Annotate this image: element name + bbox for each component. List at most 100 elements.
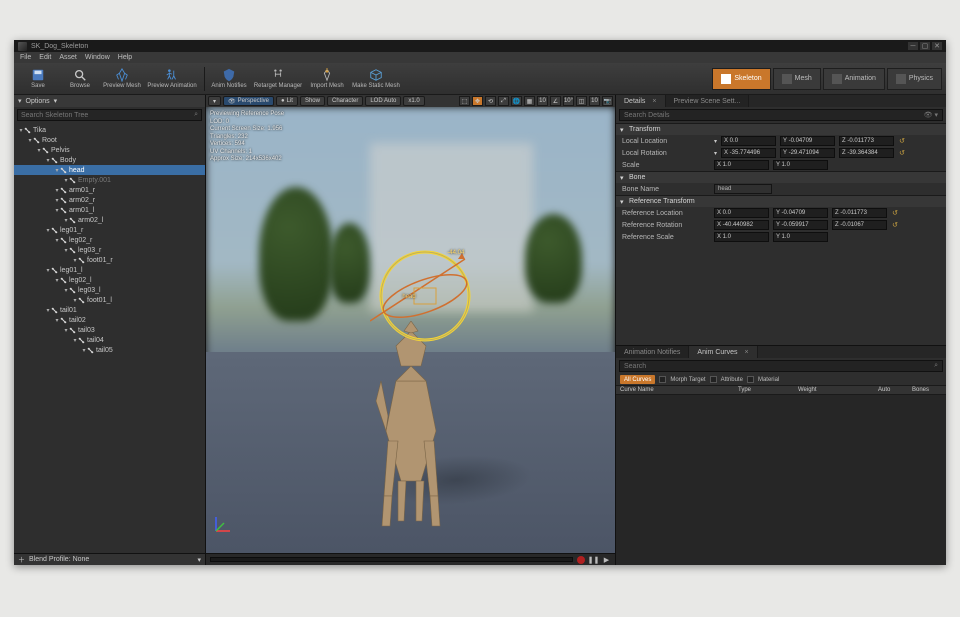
section-bone[interactable]: ▾Bone <box>616 172 946 183</box>
rrot-y[interactable]: Y -0.059917 <box>773 220 828 230</box>
show-button[interactable]: Show <box>300 96 325 106</box>
rot-y-input[interactable]: Y -29.471094 <box>780 148 835 158</box>
rloc-x[interactable]: X 0.0 <box>714 208 769 218</box>
reset-icon[interactable]: ↺ <box>898 149 906 157</box>
maximize-button[interactable]: ▢ <box>920 42 930 50</box>
tree-node[interactable]: ▾tail01 <box>14 305 205 315</box>
tree-node[interactable]: ▾arm02_r <box>14 195 205 205</box>
filter-mat-check[interactable] <box>747 376 754 383</box>
close-button[interactable]: ✕ <box>932 42 942 50</box>
lod-button[interactable]: LOD Auto <box>365 96 401 106</box>
tree-node[interactable]: ▾arm02_l <box>14 215 205 225</box>
section-reference[interactable]: ▾Reference Transform <box>616 196 946 207</box>
rot-z-input[interactable]: Z -39.364384 <box>839 148 894 158</box>
menu-file[interactable]: File <box>20 54 31 61</box>
filter-morph-check[interactable] <box>659 376 666 383</box>
mode-skeleton[interactable]: Skeleton <box>712 68 770 90</box>
tree-node[interactable]: ▾leg01_r <box>14 225 205 235</box>
col-auto[interactable]: Auto <box>874 386 908 394</box>
eye-icon[interactable]: 👁 ▾ <box>924 111 938 119</box>
details-search-input[interactable]: Search Details👁 ▾ <box>619 109 943 121</box>
section-transform[interactable]: ▾Transform <box>616 124 946 135</box>
filter-attr-check[interactable] <box>710 376 717 383</box>
close-icon[interactable]: × <box>745 349 749 356</box>
rot-x-input[interactable]: X -35.774496 <box>721 148 776 158</box>
tab-anim-curves[interactable]: Anim Curves× <box>689 346 757 358</box>
select-tool[interactable]: ⬚ <box>459 96 470 106</box>
mode-mesh[interactable]: Mesh <box>773 68 821 90</box>
browse-button[interactable]: Browse <box>60 64 100 94</box>
tree-node[interactable]: ▾foot01_l <box>14 295 205 305</box>
col-bones[interactable]: Bones <box>908 386 946 394</box>
mode-physics[interactable]: Physics <box>887 68 942 90</box>
snap-angle-val[interactable]: 10° <box>563 96 574 106</box>
tree-node[interactable]: ▾head <box>14 165 205 175</box>
tree-node[interactable]: ▾tail04 <box>14 335 205 345</box>
camera-speed[interactable]: 📷 <box>602 96 613 106</box>
close-icon[interactable]: × <box>652 98 656 105</box>
tree-node[interactable]: ▾leg02_r <box>14 235 205 245</box>
rloc-z[interactable]: Z -0.011773 <box>832 208 887 218</box>
reset-icon[interactable]: ↺ <box>891 209 899 217</box>
rrot-x[interactable]: X -40.440982 <box>714 220 769 230</box>
tree-node[interactable]: ▾Body <box>14 155 205 165</box>
menu-window[interactable]: Window <box>85 54 110 61</box>
minimize-button[interactable]: ─ <box>908 42 918 50</box>
rloc-y[interactable]: Y -0.04709 <box>773 208 828 218</box>
tree-node[interactable]: ▾leg01_l <box>14 265 205 275</box>
tree-node[interactable]: ▾Empty.001 <box>14 175 205 185</box>
tree-node[interactable]: ▾leg03_r <box>14 245 205 255</box>
snap-scale[interactable]: ◫ <box>576 96 587 106</box>
snap-scale-val[interactable]: 10 <box>589 96 600 106</box>
tree-options[interactable]: ▾Options▾ <box>14 95 205 107</box>
preview-mesh-button[interactable]: Preview Mesh <box>102 64 142 94</box>
col-weight[interactable]: Weight <box>794 386 874 394</box>
viewport-menu[interactable]: ▾ <box>208 96 221 106</box>
tab-preview-scene[interactable]: Preview Scene Sett... <box>666 95 750 107</box>
rrot-z[interactable]: Z -0.01067 <box>832 220 887 230</box>
rscl-y[interactable]: Y 1.0 <box>773 232 828 242</box>
pause-button[interactable]: ❚❚ <box>589 555 598 564</box>
menu-asset[interactable]: Asset <box>59 54 77 61</box>
scale-x-input[interactable]: X 1.0 <box>714 160 769 170</box>
import-mesh-button[interactable]: Import Mesh <box>307 64 347 94</box>
filter-all[interactable]: All Curves <box>620 375 655 384</box>
tree-node[interactable]: ▾tail05 <box>14 345 205 355</box>
tree-node[interactable]: ▾Root <box>14 135 205 145</box>
tree-node[interactable]: ▾tail02 <box>14 315 205 325</box>
preview-anim-button[interactable]: Preview Animation <box>144 64 200 94</box>
save-button[interactable]: Save <box>18 64 58 94</box>
col-type[interactable]: Type <box>734 386 794 394</box>
retarget-button[interactable]: Retarget Manager <box>251 64 305 94</box>
scale-tool[interactable]: ⤢ <box>498 96 509 106</box>
lit-button[interactable]: ● Lit <box>276 96 298 106</box>
tree-node[interactable]: ▾foot01_r <box>14 255 205 265</box>
play-button[interactable]: ▶ <box>602 555 611 564</box>
col-name[interactable]: Curve Name <box>616 386 734 394</box>
reset-icon[interactable]: ↺ <box>898 137 906 145</box>
menu-help[interactable]: Help <box>118 54 132 61</box>
curves-list[interactable] <box>616 395 946 565</box>
tree-node[interactable]: ▾arm01_l <box>14 205 205 215</box>
mode-animation[interactable]: Animation <box>823 68 885 90</box>
tree-node[interactable]: ▾arm01_r <box>14 185 205 195</box>
scale-y-input[interactable]: Y 1.0 <box>773 160 828 170</box>
snap-grid[interactable]: ▦ <box>524 96 535 106</box>
tree-node[interactable]: ▾leg02_l <box>14 275 205 285</box>
move-tool[interactable]: ✥ <box>472 96 483 106</box>
record-button[interactable] <box>577 556 585 564</box>
tree-footer[interactable]: ＋Blend Profile: None▾ <box>14 553 205 565</box>
tab-details[interactable]: Details× <box>616 95 666 107</box>
loc-x-input[interactable]: X 0.0 <box>721 136 776 146</box>
menu-edit[interactable]: Edit <box>39 54 51 61</box>
timeline-track[interactable] <box>210 557 573 562</box>
rotation-gizmo[interactable] <box>370 241 480 351</box>
tree-node[interactable]: ▾tail03 <box>14 325 205 335</box>
tree-node[interactable]: ▾Tika <box>14 125 205 135</box>
reset-icon[interactable]: ↺ <box>891 221 899 229</box>
coord-space[interactable]: 🌐 <box>511 96 522 106</box>
make-static-button[interactable]: Make Static Mesh <box>349 64 403 94</box>
loc-y-input[interactable]: Y -0.04709 <box>780 136 835 146</box>
skeleton-tree[interactable]: ▾Tika▾Root▾Pelvis▾Body▾head▾Empty.001▾ar… <box>14 123 205 553</box>
perspective-button[interactable]: 👁 Perspective <box>223 96 274 106</box>
